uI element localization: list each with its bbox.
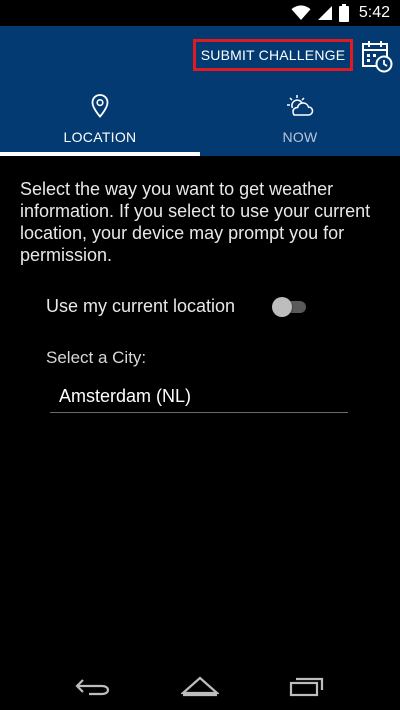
home-icon[interactable] <box>178 670 222 702</box>
tab-now-label: NOW <box>282 129 318 145</box>
status-bar: 5:42 <box>0 0 400 26</box>
back-icon[interactable] <box>71 670 115 702</box>
tab-now[interactable]: NOW <box>200 84 400 156</box>
app-bar: SUBMIT CHALLENGE <box>0 26 400 84</box>
sun-cloud-icon <box>286 94 314 120</box>
submit-challenge-label: SUBMIT CHALLENGE <box>200 47 346 63</box>
tab-location[interactable]: LOCATION <box>0 84 200 156</box>
use-location-row: Use my current location <box>46 294 308 318</box>
city-value: Amsterdam (NL) <box>59 386 192 406</box>
submit-challenge-button[interactable]: SUBMIT CHALLENGE <box>193 39 353 71</box>
tab-bar: LOCATION NOW <box>0 84 400 156</box>
use-location-toggle[interactable] <box>272 296 308 317</box>
intro-text: Select the way you want to get weather i… <box>20 179 371 265</box>
recents-icon[interactable] <box>285 670 329 702</box>
use-location-label: Use my current location <box>46 295 236 316</box>
cell-signal-icon <box>317 5 333 21</box>
navigation-bar <box>0 662 400 710</box>
calendar-clock-icon[interactable] <box>361 39 393 73</box>
toggle-thumb <box>272 297 292 317</box>
status-time: 5:42 <box>358 4 390 21</box>
location-pin-icon <box>91 94 109 120</box>
battery-icon <box>338 4 349 22</box>
city-label: Select a City: <box>46 348 147 367</box>
city-input[interactable]: Amsterdam (NL) <box>50 384 348 413</box>
tab-indicator <box>0 152 200 156</box>
tab-location-label: LOCATION <box>63 129 137 145</box>
wifi-icon <box>291 5 311 21</box>
